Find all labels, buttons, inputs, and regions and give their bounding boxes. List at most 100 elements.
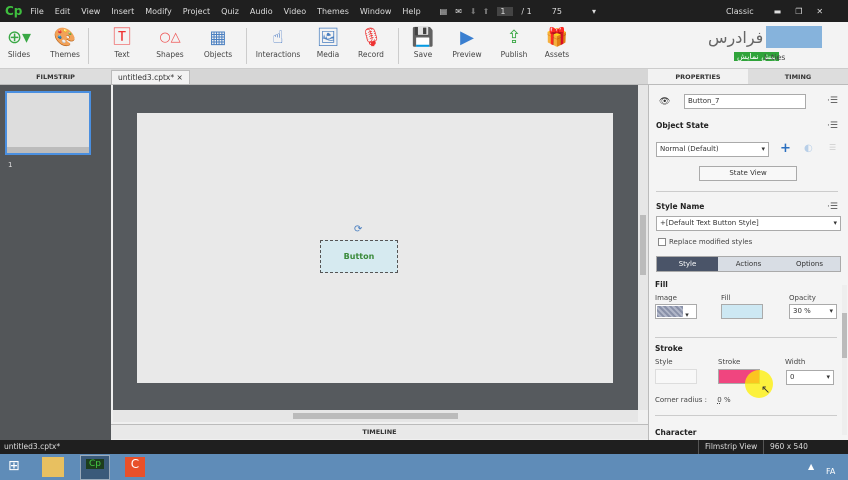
tab-actions[interactable]: Actions [718,257,779,271]
workspace-select[interactable]: Classic [726,7,754,16]
close-tab-icon[interactable]: × [177,73,183,82]
menu-modify[interactable]: Modify [145,7,172,16]
comment-icon[interactable]: ▤ [440,7,448,16]
tab-properties[interactable]: PROPERTIES [648,69,748,85]
preview-button[interactable]: ▶ Preview [442,26,492,59]
opacity-label: Opacity [789,294,816,302]
shapes-label: Shapes [156,50,184,59]
mail-icon[interactable]: ✉ [455,7,462,16]
menu-help[interactable]: Help [402,7,420,16]
menu-window[interactable]: Window [360,7,392,16]
filmstrip-header: FILMSTRIP [0,69,111,85]
corner-radius: Corner radius : 0 % [655,396,731,404]
menu-edit[interactable]: Edit [55,7,71,16]
shapes-button[interactable]: ○△ Shapes [145,26,195,59]
menu-quiz[interactable]: Quiz [221,7,239,16]
stage: ⟳ Button [113,85,638,410]
objects-icon: ▦ [209,27,227,48]
record-label: Record [358,50,384,59]
vertical-scrollbar[interactable] [638,85,648,410]
replace-styles-label: Replace modified styles [669,238,753,246]
visibility-eye-icon[interactable]: 👁 [659,97,670,107]
assets-button[interactable]: 🎁 Assets [532,26,582,59]
menu-bar: Cp File Edit View Insert Modify Project … [0,0,848,22]
corner-radius-value[interactable]: 0 [717,396,721,404]
page-total: / 1 [521,6,532,16]
restore-button[interactable]: ❐ [795,7,802,16]
stroke-color-label: Stroke [718,358,741,366]
save-button[interactable]: 💾 Save [398,26,448,59]
zoom-dropdown-icon[interactable]: ▾ [592,7,596,16]
replace-styles-checkbox[interactable]: Replace modified styles [658,238,752,246]
state-menu-icon[interactable]: ⋅☰ [827,121,838,131]
slide-thumbnail[interactable] [5,91,91,155]
state-select[interactable]: Normal (Default) ▾ [656,142,769,157]
slide-canvas: ⟳ Button [137,113,613,383]
captivate-taskbar-icon[interactable]: Cp [80,455,110,480]
status-view: Filmstrip View [698,440,763,454]
rotate-handle-icon[interactable]: ⟳ [354,224,362,235]
arrow-up-icon[interactable]: ⬆ [483,7,490,16]
stroke-heading: Stroke [655,344,683,353]
objects-button[interactable]: ▦ Objects [193,26,243,59]
arrow-down-icon[interactable]: ⬇ [470,7,477,16]
tab-options[interactable]: Options [779,257,840,271]
tray-up-icon[interactable]: ▲ [808,462,814,471]
panel-scrollbar[interactable] [842,285,847,435]
corner-radius-unit: % [723,396,731,404]
language-indicator[interactable]: FA [826,467,835,476]
record-button[interactable]: 🎙 Record [346,26,396,59]
close-button[interactable]: ✕ [816,7,823,16]
stroke-style-select[interactable] [655,369,697,384]
menu-file[interactable]: File [30,7,43,16]
delete-state-icon[interactable]: ☰ [829,143,836,152]
add-state-icon[interactable]: + [780,141,791,156]
save-icon: 💾 [411,27,435,48]
windows-start-icon[interactable]: ⊞ [8,458,20,474]
menu-themes[interactable]: Themes [317,7,349,16]
page-input[interactable]: 1 [497,6,514,16]
canvas-button[interactable]: Button [320,240,398,273]
objects-label: Objects [203,50,233,59]
slides-button[interactable]: ⊕▾ Slides [0,26,44,59]
menu-video[interactable]: Video [284,7,306,16]
horizontal-scrollbar[interactable] [113,410,638,422]
document-tab-label: untitled3.cptx* [118,72,175,82]
tab-timing[interactable]: TIMING [748,69,848,85]
palette-icon: 🎨 [53,27,77,48]
minimize-button[interactable]: ▬ [774,7,782,16]
style-menu-icon[interactable]: ⋅☰ [827,202,838,212]
width-label: Width [785,358,806,366]
refresh-state-icon[interactable]: ◐ [804,143,813,154]
image-select[interactable]: ▾ [655,304,697,319]
state-view-button[interactable]: State View [699,166,797,181]
object-name-input[interactable]: Button_7 [684,94,806,109]
object-state-heading: Object State [656,121,709,130]
menu-project[interactable]: Project [183,7,210,16]
stroke-style-label: Style [655,358,673,366]
slide-number: 1 [8,161,13,169]
file-explorer-icon[interactable] [42,457,64,477]
zoom-level[interactable]: 75 [552,7,562,16]
menu-insert[interactable]: Insert [111,7,134,16]
menu-view[interactable]: View [81,7,100,16]
document-tab[interactable]: untitled3.cptx* × [111,69,190,84]
opacity-input[interactable]: 30 % ▾ [789,304,837,319]
timeline-bar[interactable]: TIMELINE [111,424,648,439]
fill-color-select[interactable] [721,304,763,319]
text-button[interactable]: 🅃 Text [97,26,147,59]
stroke-width-input[interactable]: 0 ▾ [786,370,834,385]
state-value: Normal (Default) [660,145,719,153]
fill-heading: Fill [655,280,668,289]
themes-button[interactable]: 🎨 Themes [40,26,90,59]
taskbar: ⊞ Cp C ▲ FA [0,454,848,480]
slides-label: Slides [7,50,31,59]
options-menu-icon[interactable]: ⋅☰ [827,96,838,106]
style-select[interactable]: +[Default Text Button Style] ▾ [656,216,841,231]
chevron-down-icon: ▾ [761,145,765,153]
app-taskbar-icon[interactable]: C [125,457,145,477]
subtabs: Style Actions Options [656,256,841,272]
tab-style[interactable]: Style [657,257,718,271]
interactions-button[interactable]: ☝ Interactions [253,26,303,59]
menu-audio[interactable]: Audio [250,7,273,16]
